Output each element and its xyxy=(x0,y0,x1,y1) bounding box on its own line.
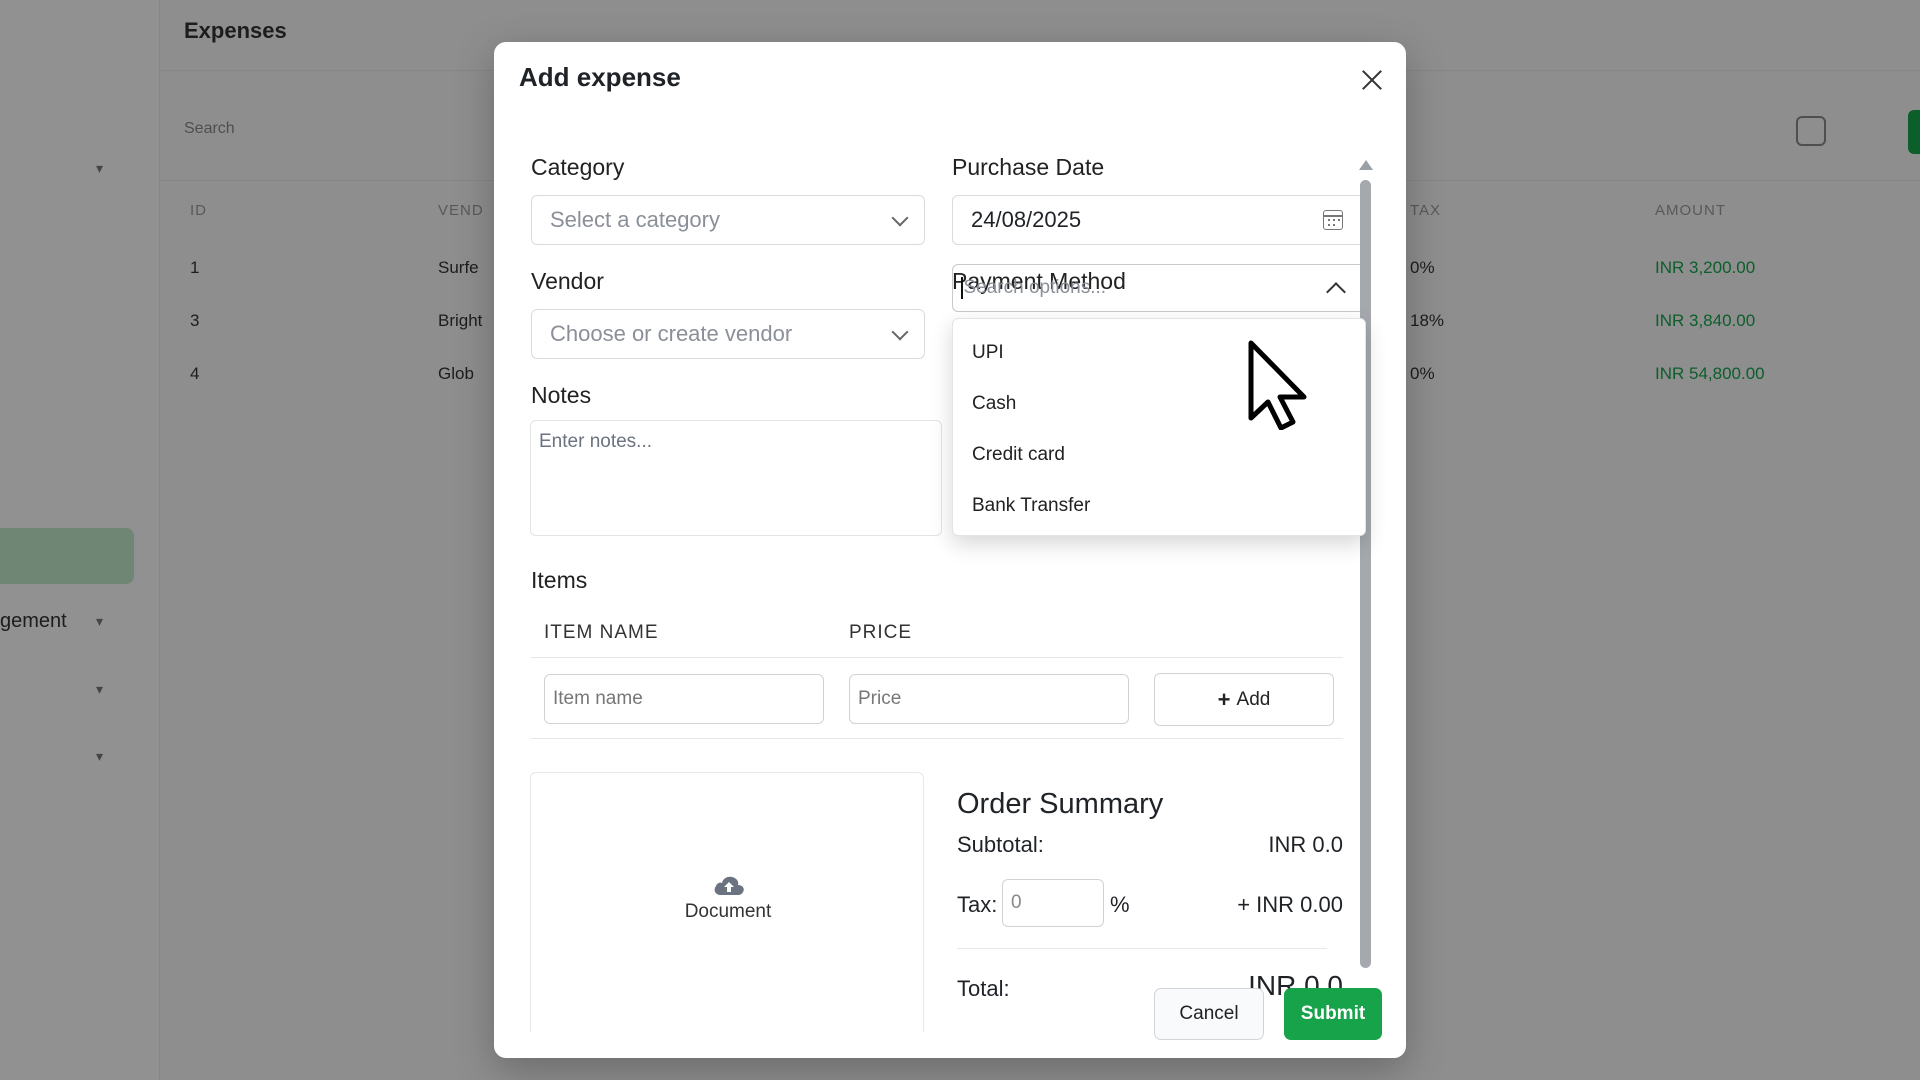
submit-button[interactable]: Submit xyxy=(1284,988,1382,1040)
purchase-date-label: Purchase Date xyxy=(952,154,1105,180)
item-name-input[interactable]: Item name xyxy=(544,674,824,724)
option-bank-transfer[interactable]: Bank Transfer xyxy=(953,480,1365,531)
items-col-price: PRICE xyxy=(849,622,913,643)
divider xyxy=(531,738,1343,739)
modal-title: Add expense xyxy=(519,62,681,92)
subtotal-value: INR 0.0 xyxy=(1268,832,1343,857)
category-label: Category xyxy=(531,154,625,180)
item-price-input[interactable]: Price xyxy=(849,674,1129,724)
items-label: Items xyxy=(531,567,588,593)
plus-icon: + xyxy=(1217,686,1231,712)
category-select[interactable]: Select a category xyxy=(531,195,925,245)
tax-value: + INR 0.00 xyxy=(1237,892,1343,917)
tax-input[interactable]: 0 xyxy=(1002,879,1104,927)
divider xyxy=(531,657,1343,658)
vendor-label: Vendor xyxy=(531,268,604,294)
notes-textarea[interactable]: Enter notes... xyxy=(530,420,942,536)
vendor-select[interactable]: Choose or create vendor xyxy=(531,309,925,359)
payment-method-search-input[interactable]: Search options... xyxy=(952,264,1366,312)
total-label: Total: xyxy=(957,976,1010,1001)
add-item-button[interactable]: + Add xyxy=(1154,673,1334,726)
scroll-up-icon[interactable] xyxy=(1359,160,1373,170)
mouse-pointer-icon xyxy=(1248,340,1307,430)
close-icon[interactable] xyxy=(1356,64,1388,96)
option-credit-card[interactable]: Credit card xyxy=(953,429,1365,480)
item-name-placeholder: Item name xyxy=(553,688,643,709)
add-expense-modal: Add expense Category Select a category P… xyxy=(494,42,1406,1058)
scrollbar-thumb[interactable] xyxy=(1360,180,1371,968)
purchase-date-input[interactable]: 24/08/2025 xyxy=(952,195,1366,245)
tax-unit: % xyxy=(1110,892,1130,917)
document-label: Document xyxy=(684,901,772,922)
category-placeholder: Select a category xyxy=(550,207,720,232)
chevron-down-icon xyxy=(891,323,909,341)
vendor-placeholder: Choose or create vendor xyxy=(550,321,793,346)
subtotal-row: Subtotal: INR 0.0 xyxy=(957,832,1343,858)
calendar-icon[interactable] xyxy=(1323,210,1343,230)
modal-scrollbar[interactable] xyxy=(1359,160,1373,1020)
purchase-date-value: 24/08/2025 xyxy=(971,207,1082,232)
document-upload-area[interactable]: Document xyxy=(530,772,924,1032)
divider xyxy=(957,948,1327,949)
add-item-label: Add xyxy=(1236,688,1271,710)
subtotal-label: Subtotal: xyxy=(957,832,1044,857)
chevron-up-icon[interactable] xyxy=(1326,282,1346,302)
cancel-button[interactable]: Cancel xyxy=(1154,988,1264,1040)
notes-placeholder: Enter notes... xyxy=(539,431,653,452)
item-price-placeholder: Price xyxy=(858,688,902,709)
text-caret xyxy=(961,277,963,299)
items-col-name: ITEM NAME xyxy=(544,622,659,643)
tax-label: Tax: xyxy=(957,892,998,917)
order-summary-title: Order Summary xyxy=(957,788,1164,820)
cloud-upload-icon xyxy=(714,876,744,895)
chevron-down-icon xyxy=(891,209,909,227)
notes-label: Notes xyxy=(531,382,592,408)
payment-search-placeholder: Search options... xyxy=(963,277,1107,298)
tax-placeholder: 0 xyxy=(1011,892,1022,913)
